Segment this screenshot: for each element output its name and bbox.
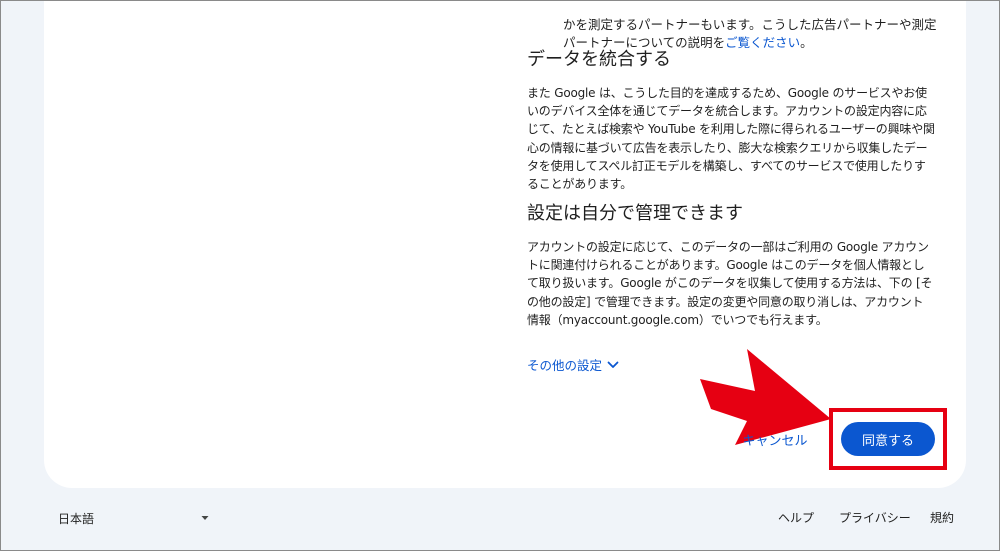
footer-privacy-link[interactable]: プライバシー <box>839 509 911 526</box>
more-settings-label: その他の設定 <box>527 358 603 373</box>
section-title-manage-settings: 設定は自分で管理できます <box>527 203 743 224</box>
section-body-combine-data: また Google は、こうした目的を達成するため、Google のサービスやお… <box>527 86 935 192</box>
caret-down-icon <box>201 516 209 520</box>
partners-bullet-text: かを測定するパートナーもいます。こうした広告パートナーや測定パートナーについての… <box>563 16 943 52</box>
language-select[interactable]: 日本語 <box>58 509 210 527</box>
footer-help-link[interactable]: ヘルプ <box>778 509 814 526</box>
section-title-combine-data: データを統合する <box>527 49 671 70</box>
browser-viewport: かを測定するパートナーもいます。こうした広告パートナーや測定パートナーについての… <box>0 0 1000 551</box>
annotation-highlight-box <box>829 408 947 470</box>
section-body-manage-settings: アカウントの設定に応じて、このデータの一部はご利用の Google アカウントに… <box>527 240 933 327</box>
page-footer: 日本語 ヘルプ プライバシー 規約 <box>1 499 999 539</box>
cancel-button[interactable]: キャンセル <box>734 422 816 456</box>
partners-bullet-period: 。 <box>800 34 813 50</box>
footer-terms-link[interactable]: 規約 <box>930 509 954 526</box>
chevron-down-icon <box>607 361 619 368</box>
language-select-value: 日本語 <box>58 511 95 526</box>
see-details-link[interactable]: ご覧ください <box>725 35 800 50</box>
more-settings-toggle[interactable]: その他の設定 <box>527 355 620 374</box>
